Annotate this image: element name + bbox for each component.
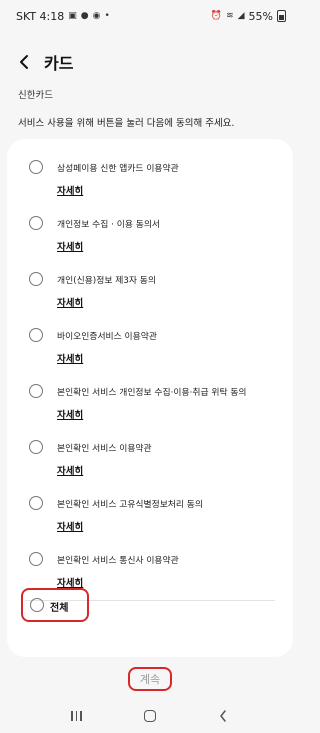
term-radio[interactable] [29, 160, 43, 174]
term-label: 바이오인증서비스 이용약관 [57, 332, 157, 342]
term-radio[interactable] [29, 552, 43, 566]
term-radio[interactable] [29, 328, 43, 342]
term-label: 본인확인 서비스 이용약관 [57, 444, 152, 454]
term-label: 본인확인 서비스 개인정보 수집·이용·취급 위탁 동의 [57, 388, 247, 398]
term-label: 개인정보 수집 · 이용 동의서 [57, 220, 161, 230]
notification-dot: • [104, 11, 110, 21]
battery-percent: 55% [248, 9, 273, 23]
carrier-time: SKT 4:18 [16, 9, 65, 23]
terms-card: 삼성페이용 신한 앱카드 이용약관 자세히 개인정보 수집 · 이용 동의서 자… [7, 139, 293, 657]
recents-icon [71, 711, 82, 721]
wifi-icon: ≋ [226, 11, 234, 21]
chevron-left-icon [20, 55, 28, 69]
term-radio[interactable] [29, 216, 43, 230]
status-left: SKT 4:18 ▣ ● ◉ • [16, 10, 110, 23]
home-button[interactable] [135, 704, 165, 728]
card-name: 신한카드 [18, 90, 53, 101]
recents-button[interactable] [62, 704, 92, 728]
agree-all-row[interactable]: 전체 [21, 588, 89, 622]
chat-icon: ● [80, 11, 89, 21]
status-right: ⏰ ≋ ◢ 55% [211, 10, 286, 23]
agree-all-radio[interactable] [30, 598, 44, 612]
term-detail-link[interactable]: 자세히 [57, 351, 83, 365]
term-detail-link[interactable]: 자세히 [57, 575, 83, 589]
instruction-text: 서비스 사용을 위해 버튼을 눌러 다음에 동의해 주세요. [18, 118, 235, 129]
alarm-icon: ⏰ [210, 11, 223, 21]
agree-all-label: 전체 [50, 603, 69, 614]
term-radio[interactable] [29, 440, 43, 454]
back-icon [220, 710, 227, 722]
term-label: 개인(신용)정보 제3자 동의 [57, 276, 156, 286]
page-title: 카드 [44, 54, 74, 73]
term-detail-link[interactable]: 자세히 [57, 295, 83, 309]
navigation-bar [0, 699, 300, 733]
term-detail-link[interactable]: 자세히 [57, 407, 83, 421]
term-radio[interactable] [29, 496, 43, 510]
term-detail-link[interactable]: 자세히 [57, 239, 83, 253]
battery-icon [277, 10, 286, 22]
term-label: 삼성페이용 신한 앱카드 이용약관 [57, 164, 179, 174]
term-detail-link[interactable]: 자세히 [57, 183, 83, 197]
term-detail-link[interactable]: 자세히 [57, 463, 83, 477]
back-button[interactable] [14, 50, 34, 74]
continue-button[interactable]: 계속 [128, 667, 172, 691]
term-radio[interactable] [29, 384, 43, 398]
signal-icon: ◢ [237, 11, 245, 21]
term-label: 본인확인 서비스 고유식별정보처리 동의 [57, 500, 203, 510]
nav-back-button[interactable] [208, 704, 238, 728]
term-detail-link[interactable]: 자세히 [57, 519, 83, 533]
home-icon [143, 710, 156, 722]
app-header: 카드 [0, 44, 300, 80]
gallery-icon: ▣ [68, 11, 77, 21]
message-icon: ◉ [92, 11, 101, 21]
term-radio[interactable] [29, 272, 43, 286]
status-bar: SKT 4:18 ▣ ● ◉ • ⏰ ≋ ◢ 55% [0, 0, 300, 32]
term-label: 본인확인 서비스 통신사 이용약관 [57, 556, 179, 566]
